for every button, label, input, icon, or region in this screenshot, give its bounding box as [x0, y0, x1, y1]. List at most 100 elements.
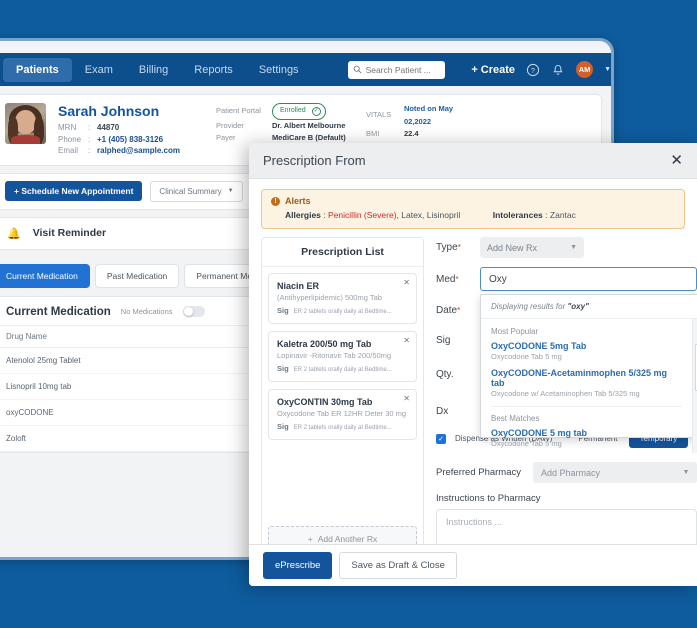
patient-field-phone-value[interactable]: +1 (405) 838-3126 — [97, 134, 163, 146]
dropdown-option[interactable]: OxyCODONE-Acetaminmophen 5/325 mg tab Ox… — [481, 366, 692, 403]
chevron-down-icon: ▼ — [683, 469, 690, 476]
patient-field-mrn: MRN : 44870 — [58, 122, 180, 134]
clinical-summary-dropdown[interactable]: Clinical Summary ▼ — [150, 181, 242, 202]
modal-title: Prescription From — [263, 153, 670, 168]
nav-item-settings[interactable]: Settings — [246, 58, 312, 82]
allergies-colon: : — [323, 210, 325, 220]
list-item[interactable]: ✕ Kaletra 200/50 mg Tab Lopinavir -Riton… — [268, 331, 417, 382]
dropdown-scrollbar[interactable]: ▲ ▼ — [692, 319, 697, 453]
dropdown-group-most-popular: Most Popular — [481, 323, 692, 339]
qty-label: Qty. — [436, 369, 480, 380]
rx-item-sig-label: Sig — [277, 306, 289, 315]
prescription-form: Type* Add New Rx ▼ Med* Oxy — [436, 237, 697, 544]
type-label: Type* — [436, 242, 480, 253]
chevron-down-icon[interactable]: ▼ — [604, 66, 611, 73]
preferred-pharmacy-row: Preferred Pharmacy Add Pharmacy ▼ — [436, 462, 697, 483]
nav-item-patients[interactable]: Patients — [3, 58, 72, 82]
dropdown-option-sub: Oxycodone Tab 5 mg — [491, 439, 682, 448]
add-another-rx-button[interactable]: + Add Another Rx — [268, 526, 417, 544]
daw-checkbox[interactable]: ✓ — [436, 434, 446, 444]
type-field-row: Type* Add New Rx ▼ — [436, 237, 697, 258]
med-field-row: Med* Oxy — [436, 267, 697, 291]
cell-drug-name: Lisnopril 10mg tab — [0, 373, 262, 399]
list-item[interactable]: ✕ OxyCONTIN 30mg Tab Oxycodone Tab ER 12… — [268, 389, 417, 440]
rx-item-sig-row: Sig ER 2 tablets orally daily at Bedtime… — [277, 422, 408, 431]
tab-past-medication[interactable]: Past Medication — [95, 264, 179, 288]
preferred-pharmacy-select[interactable]: Add Pharmacy ▼ — [533, 462, 697, 483]
prescription-list-header: Prescription List — [262, 238, 423, 267]
tab-current-medication[interactable]: Current Medication — [0, 264, 90, 288]
dropdown-option-sub: Oxycodone Tab 5 mg — [491, 352, 682, 361]
patient-field-email-key: Email — [58, 145, 88, 157]
kv-separator: : — [88, 145, 97, 157]
intolerances-label: Intolerances — [493, 210, 543, 220]
rx-item-generic: Oxycodone Tab ER 12HR Deter 30 mg — [277, 409, 408, 418]
create-button[interactable]: + Create — [471, 64, 515, 76]
required-mark: * — [457, 306, 460, 315]
cell-drug-name: oxyCODONE — [0, 399, 262, 425]
window-chrome-strip — [0, 41, 611, 53]
date-label-text: Date — [436, 305, 457, 316]
bmi-label: BMI — [366, 128, 404, 141]
list-item[interactable]: ✕ Niacin ER (Antihyperlipidemic) 500mg T… — [268, 273, 417, 324]
intolerances-value: Zantac — [550, 210, 576, 220]
eprescribe-button[interactable]: ePrescribe — [263, 552, 332, 579]
visit-reminder-label: Visit Reminder — [33, 227, 106, 239]
patient-search-box[interactable] — [348, 61, 446, 79]
bell-icon: 🔔 — [7, 227, 21, 240]
alerts-detail-line: Allergies : Penicillin (Severe), Latex, … — [271, 210, 675, 220]
patient-field-mrn-value: 44870 — [97, 122, 119, 134]
remove-icon[interactable]: ✕ — [403, 394, 410, 403]
check-icon: ✓ — [312, 107, 321, 116]
patient-portal-label: Patient Portal — [216, 105, 272, 118]
no-medications-toggle[interactable] — [183, 306, 205, 317]
vitals-label: VITALS — [366, 109, 404, 122]
instructions-textarea[interactable]: Instructions ... — [436, 509, 697, 544]
schedule-new-appointment-button[interactable]: + Schedule New Appointment — [5, 181, 142, 201]
med-label: Med* — [436, 274, 480, 285]
close-icon[interactable]: ✕ — [670, 153, 683, 168]
dropdown-option-title: OxyCODONE-Acetaminmophen 5/325 mg tab — [491, 368, 682, 388]
patient-field-phone: Phone : +1 (405) 838-3126 — [58, 134, 180, 146]
patient-name: Sarah Johnson — [58, 103, 180, 119]
search-input[interactable] — [366, 65, 441, 75]
rx-item-sig-label: Sig — [277, 422, 289, 431]
svg-text:?: ? — [531, 67, 535, 74]
modal-footer: ePrescribe Save as Draft & Close — [249, 544, 697, 586]
kv-separator: : — [88, 122, 97, 134]
notification-bell-icon[interactable] — [551, 63, 565, 77]
prescription-list-panel: Prescription List ✕ Niacin ER (Antihyper… — [261, 237, 424, 544]
dropdown-scroll-area: Most Popular OxyCODONE 5mg Tab Oxycodone… — [481, 319, 697, 453]
patient-field-email-value[interactable]: ralphed@sample.com — [97, 145, 180, 157]
type-label-text: Type — [436, 242, 458, 253]
dropdown-note-prefix: Displaying results for — [491, 302, 567, 311]
nav-item-reports[interactable]: Reports — [181, 58, 246, 82]
med-input[interactable]: Oxy — [480, 267, 697, 291]
help-icon[interactable]: ? — [526, 63, 540, 77]
dropdown-option[interactable]: OxyCODONE 5 mg tab Oxycodone Tab 5 mg — [481, 426, 692, 453]
allergy-severe: Penicillin (Severe) — [328, 210, 397, 220]
bmi-value: 22.4 — [404, 128, 419, 141]
type-select[interactable]: Add New Rx ▼ — [480, 237, 584, 258]
rx-item-sig-row: Sig ER 2 tablets orally daily at Bedtime… — [277, 364, 408, 373]
medication-section-title: Current Medication — [6, 306, 111, 318]
dropdown-option[interactable]: OxyCODONE 5mg Tab Oxycodone Tab 5 mg — [481, 339, 692, 366]
rx-item-name: OxyCONTIN 30mg Tab — [277, 397, 408, 407]
patient-field-email: Email : ralphed@sample.com — [58, 145, 180, 157]
provider-label: Provider — [216, 120, 272, 133]
remove-icon[interactable]: ✕ — [403, 278, 410, 287]
sig-label: Sig — [436, 335, 480, 346]
remove-icon[interactable]: ✕ — [403, 336, 410, 345]
patient-field-phone-key: Phone — [58, 134, 88, 146]
save-as-draft-close-button[interactable]: Save as Draft & Close — [339, 552, 456, 579]
top-nav-right-group: + Create ? AM ▼ — [471, 61, 611, 78]
add-another-rx-label: Add Another Rx — [318, 534, 378, 544]
top-navigation-bar: Patients Exam Billing Reports Settings +… — [0, 53, 611, 86]
cell-drug-name: Atenolol 25mg Tablet — [0, 347, 262, 373]
preferred-pharmacy-value: Add Pharmacy — [541, 468, 600, 478]
nav-item-exam[interactable]: Exam — [72, 58, 126, 82]
nav-item-billing[interactable]: Billing — [126, 58, 181, 82]
status-badge-label: Enrolled — [280, 105, 306, 118]
plus-icon: + — [308, 534, 313, 544]
avatar[interactable]: AM — [576, 61, 593, 78]
